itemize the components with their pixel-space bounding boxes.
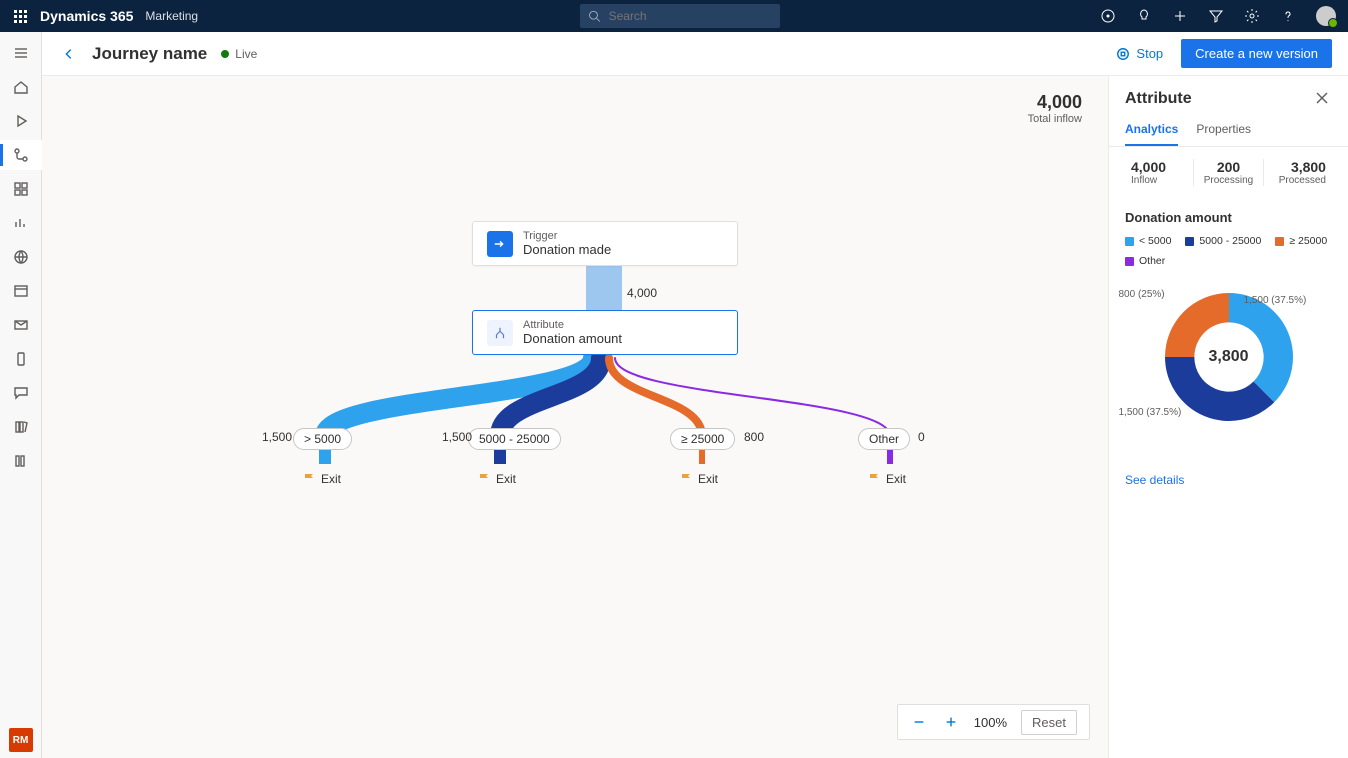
back-button[interactable]: [58, 43, 80, 65]
nav-insights[interactable]: [0, 208, 42, 238]
stat-processed-value: 3,800: [1270, 159, 1326, 175]
tab-properties[interactable]: Properties: [1196, 114, 1251, 146]
gear-icon[interactable]: [1244, 8, 1260, 24]
stat-inflow-label: Inflow: [1131, 175, 1187, 186]
waffle-icon: [14, 10, 27, 23]
branch-count: 0: [918, 430, 925, 444]
trigger-icon: [487, 231, 513, 257]
nav-journey[interactable]: [0, 140, 42, 170]
analytics-stats: 4,000Inflow 200Processing 3,800Processed: [1109, 147, 1348, 198]
stat-processing-value: 200: [1200, 159, 1256, 175]
legend-item: Other: [1125, 255, 1165, 267]
legend-item: < 5000: [1125, 235, 1171, 247]
lightbulb-icon[interactable]: [1136, 8, 1152, 24]
nav-persona-badge[interactable]: RM: [9, 728, 33, 752]
zoom-out-button[interactable]: [910, 713, 928, 731]
nav-hamburger[interactable]: [0, 38, 42, 68]
branch-pill[interactable]: > 5000: [293, 428, 352, 450]
legend-item: 5000 - 25000: [1185, 235, 1261, 247]
node-title: Donation amount: [523, 331, 622, 346]
exit-node[interactable]: Exit: [868, 472, 906, 486]
branch-count: 1,500: [442, 430, 472, 444]
close-icon: [1314, 90, 1330, 106]
nav-grid[interactable]: [0, 174, 42, 204]
nav-home[interactable]: [0, 72, 42, 102]
global-nav-bar: Dynamics 365 Marketing: [0, 0, 1348, 32]
branch-count: 1,500: [262, 430, 292, 444]
exit-node[interactable]: Exit: [303, 472, 341, 486]
status-label: Live: [235, 47, 257, 61]
nav-play[interactable]: [0, 106, 42, 136]
status-indicator: Live: [221, 47, 257, 61]
stat-processed-label: Processed: [1270, 175, 1326, 186]
donut-chart: 3,800 1,500 (37.5%)1,500 (37.5%)800 (25%…: [1149, 277, 1309, 437]
flow-links: [42, 76, 1108, 496]
panel-tabs: Analytics Properties: [1109, 114, 1348, 147]
status-dot-icon: [221, 50, 229, 58]
node-type-label: Attribute: [523, 319, 622, 331]
tab-analytics[interactable]: Analytics: [1125, 114, 1178, 146]
flag-icon: [478, 473, 490, 485]
node-title: Donation made: [523, 242, 611, 257]
nav-rail: RM: [0, 32, 42, 758]
nav-template[interactable]: [0, 276, 42, 306]
nav-columns[interactable]: [0, 446, 42, 476]
page-header: Journey name Live Stop Create a new vers…: [42, 32, 1348, 76]
legend-item: ≥ 25000: [1275, 235, 1327, 247]
search-input[interactable]: [607, 8, 772, 24]
flag-icon: [303, 473, 315, 485]
help-icon[interactable]: [1280, 8, 1296, 24]
stop-icon: [1116, 47, 1130, 61]
search-icon: [588, 9, 601, 23]
global-search[interactable]: [580, 4, 780, 28]
node-type-label: Trigger: [523, 230, 611, 242]
zoom-in-button[interactable]: [942, 713, 960, 731]
app-name: Dynamics 365: [40, 8, 133, 24]
donut-slice-label: 1,500 (37.5%): [1119, 407, 1182, 418]
branch-pill[interactable]: Other: [858, 428, 910, 450]
page-title: Journey name: [92, 44, 207, 64]
target-icon[interactable]: [1100, 8, 1116, 24]
properties-panel: Attribute Analytics Properties 4,000Infl…: [1108, 76, 1348, 758]
branch-icon: [487, 320, 513, 346]
node-trigger[interactable]: Trigger Donation made: [472, 221, 738, 266]
trunk-count: 4,000: [627, 286, 657, 300]
flag-icon: [868, 473, 880, 485]
app-area[interactable]: Marketing: [145, 9, 198, 23]
zoom-level: 100%: [974, 715, 1007, 730]
branch-pill[interactable]: ≥ 25000: [670, 428, 735, 450]
stop-button[interactable]: Stop: [1108, 42, 1171, 65]
zoom-controls: 100% Reset: [897, 704, 1090, 740]
nav-books[interactable]: [0, 412, 42, 442]
stop-label: Stop: [1136, 46, 1163, 61]
nav-globe[interactable]: [0, 242, 42, 272]
donut-slice-label: 800 (25%): [1119, 289, 1165, 300]
exit-node[interactable]: Exit: [680, 472, 718, 486]
nav-mobile[interactable]: [0, 344, 42, 374]
panel-close-button[interactable]: [1314, 90, 1332, 108]
stat-inflow-value: 4,000: [1131, 159, 1187, 175]
exit-node[interactable]: Exit: [478, 472, 516, 486]
branch-pill[interactable]: 5000 - 25000: [468, 428, 561, 450]
zoom-reset-button[interactable]: Reset: [1021, 710, 1077, 735]
node-attribute[interactable]: Attribute Donation amount: [472, 310, 738, 355]
branch-count: 800: [744, 430, 764, 444]
app-launcher-button[interactable]: [0, 0, 40, 32]
flag-icon: [680, 473, 692, 485]
chart-title: Donation amount: [1125, 210, 1332, 225]
panel-title: Attribute: [1125, 90, 1192, 108]
nav-mail[interactable]: [0, 310, 42, 340]
chart-legend: < 5000 5000 - 25000 ≥ 25000 Other: [1125, 235, 1332, 267]
create-version-button[interactable]: Create a new version: [1181, 39, 1332, 68]
nav-chat[interactable]: [0, 378, 42, 408]
user-avatar[interactable]: [1316, 6, 1336, 26]
journey-canvas[interactable]: 4,000 Total inflow Trigger Donation made…: [42, 76, 1108, 758]
donut-slice-label: 1,500 (37.5%): [1244, 295, 1307, 306]
filter-icon[interactable]: [1208, 8, 1224, 24]
plus-icon[interactable]: [1172, 8, 1188, 24]
stat-processing-label: Processing: [1200, 175, 1256, 186]
see-details-link[interactable]: See details: [1125, 473, 1184, 487]
